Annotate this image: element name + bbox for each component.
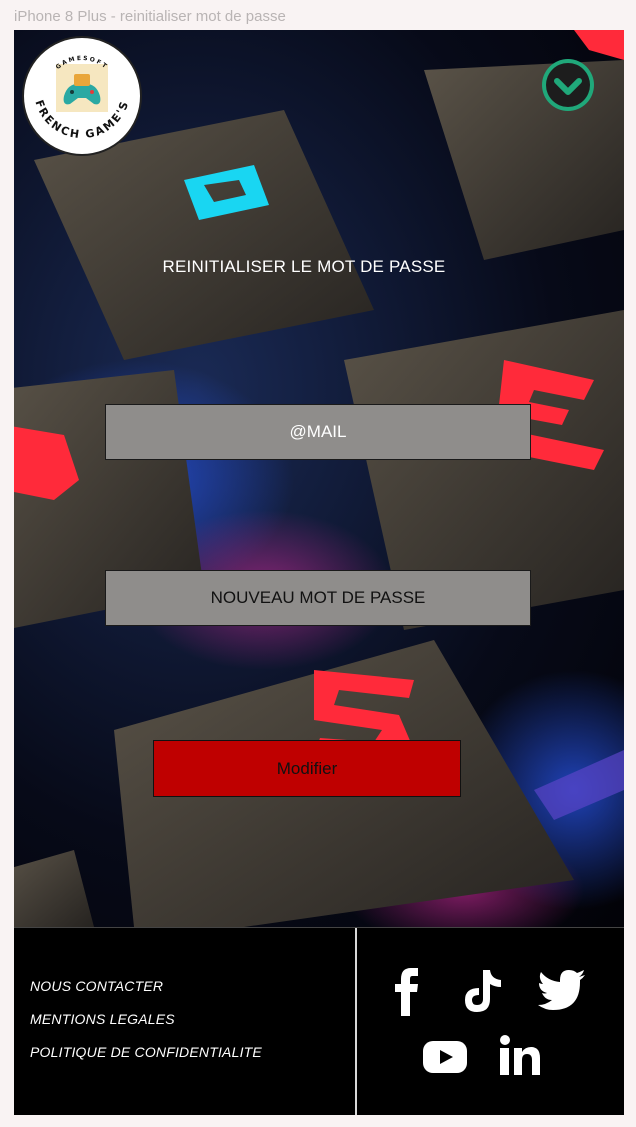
tiktok-icon[interactable] — [461, 968, 503, 1014]
new-password-field[interactable]: NOUVEAU MOT DE PASSE — [105, 570, 531, 626]
menu-toggle-button[interactable] — [542, 59, 594, 111]
brand-logo[interactable]: GAMESOFT FRENCH GAME'S — [22, 36, 142, 156]
footer: NOUS CONTACTER MENTIONS LEGALES POLITIQU… — [14, 927, 624, 1115]
twitter-icon[interactable] — [538, 970, 586, 1010]
contact-link[interactable]: NOUS CONTACTER — [30, 978, 262, 994]
footer-links: NOUS CONTACTER MENTIONS LEGALES POLITIQU… — [30, 978, 262, 1077]
hero-background: GAMESOFT FRENCH GAME'S REINITIALISER LE … — [14, 30, 624, 927]
facebook-icon[interactable] — [390, 968, 424, 1016]
chevron-down-icon — [546, 63, 590, 107]
legal-mentions-link[interactable]: MENTIONS LEGALES — [30, 1011, 262, 1027]
youtube-icon[interactable] — [423, 1041, 467, 1073]
page-title: REINITIALISER LE MOT DE PASSE — [162, 257, 446, 276]
linkedin-icon[interactable] — [500, 1035, 540, 1075]
footer-divider — [355, 928, 357, 1115]
phone-screen: GAMESOFT FRENCH GAME'S REINITIALISER LE … — [14, 30, 624, 1115]
frame-title: iPhone 8 Plus - reinitialiser mot de pas… — [14, 8, 286, 25]
email-field[interactable]: @MAIL — [105, 404, 531, 460]
modify-button[interactable]: Modifier — [153, 740, 461, 797]
privacy-policy-link[interactable]: POLITIQUE DE CONFIDENTIALITE — [30, 1044, 262, 1060]
